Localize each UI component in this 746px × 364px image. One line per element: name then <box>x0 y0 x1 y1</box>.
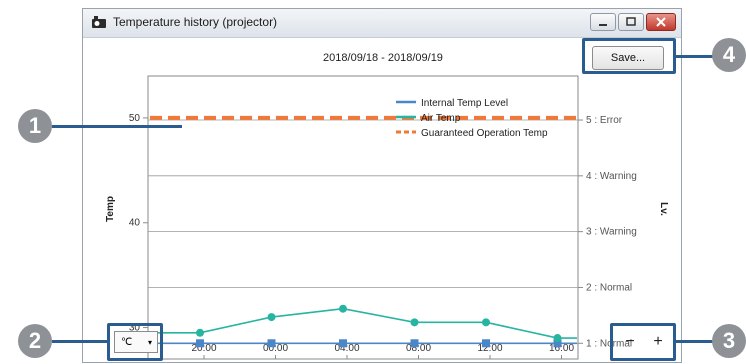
air-temp-line <box>149 307 577 339</box>
callout-2-badge: 2 <box>18 324 52 358</box>
x-tick-label: 20:00 <box>191 343 216 354</box>
air-temp-point <box>553 334 562 343</box>
callout-3-badge: 3 <box>712 324 746 358</box>
callout-1-leader <box>52 125 182 128</box>
air-temp-point <box>410 318 419 327</box>
air-temp-point <box>267 313 276 322</box>
air-temp-point <box>482 318 490 327</box>
y2-axis-label: Lv. <box>658 202 669 216</box>
internal-temp-level-point <box>482 339 490 348</box>
internal-temp-level-point <box>410 339 419 348</box>
callout-4-box <box>582 38 676 74</box>
air-temp-point <box>196 328 204 337</box>
callout-2-leader <box>52 340 108 343</box>
chart-legend: Internal Temp Level Air Temp Guaranteed Op… <box>396 98 548 139</box>
y2-tick-label: 5 : Error <box>586 115 623 126</box>
x-tick-label: 12:00 <box>477 343 502 354</box>
callout-3-leader <box>676 340 716 343</box>
legend-label: Guaranteed Operation Temp <box>421 128 548 139</box>
callout-2-box <box>107 323 163 361</box>
y-tick-label: 50 <box>129 113 141 124</box>
x-tick-label: 04:00 <box>334 343 359 354</box>
date-range: 2018/09/18 - 2018/09/19 <box>323 52 443 64</box>
series-1 <box>149 304 577 343</box>
y2-tick-label: 4 : Warning <box>586 171 637 182</box>
x-tick-label: 08:00 <box>406 343 431 354</box>
x-tick-label: 16:00 <box>549 343 574 354</box>
legend-label: Air Temp <box>421 113 461 124</box>
y-tick-label: 40 <box>129 218 141 229</box>
y-axis-label: Temp <box>105 196 116 222</box>
air-temp-point <box>339 304 347 313</box>
y2-tick-label: 2 : Normal <box>586 282 632 293</box>
legend-label: Internal Temp Level <box>421 98 508 109</box>
callout-4-leader <box>676 55 716 58</box>
internal-temp-level-point <box>196 339 204 348</box>
x-tick-label: 00:00 <box>263 343 288 354</box>
y2-tick-label: 3 : Warning <box>586 227 637 238</box>
internal-temp-level-point <box>339 339 347 348</box>
callout-1-badge: 1 <box>18 109 52 143</box>
callout-3-box <box>610 323 676 361</box>
callout-4-badge: 4 <box>712 38 746 72</box>
internal-temp-level-point <box>267 339 276 348</box>
